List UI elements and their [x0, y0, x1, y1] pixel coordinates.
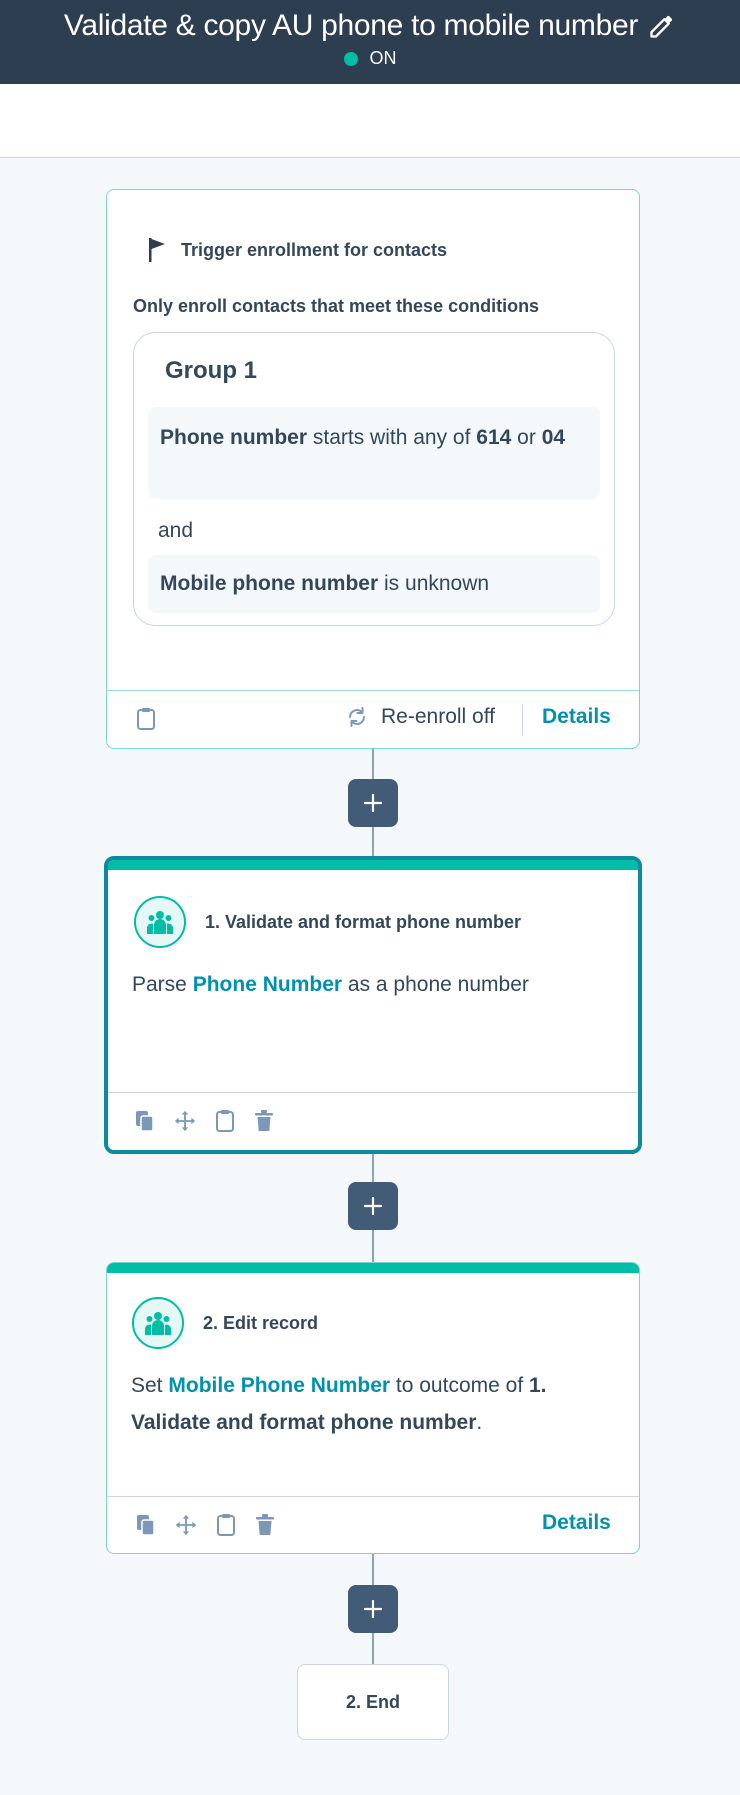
trash-icon[interactable]: [254, 1513, 276, 1537]
trigger-heading: Trigger enrollment for contacts: [145, 236, 447, 264]
status-dot: [343, 51, 358, 66]
status-row: ON: [0, 48, 740, 69]
contacts-icon: [132, 1297, 184, 1349]
flag-icon: [149, 238, 165, 262]
reenroll-toggle[interactable]: Re-enroll off: [345, 705, 495, 729]
trigger-heading-label: Trigger enrollment for contacts: [181, 239, 448, 260]
conditions-label: Only enroll contacts that meet these con…: [133, 296, 540, 316]
end-label: 2. End: [345, 1691, 400, 1712]
workflow-header: Validate & copy AU phone to mobile numbe…: [0, 0, 740, 84]
pencil-icon[interactable]: [648, 12, 676, 40]
action-card-validate[interactable]: 1. Validate and format phone number Pars…: [104, 856, 642, 1154]
status-label: ON: [369, 48, 397, 68]
action-text: Set: [131, 1374, 163, 1397]
action-description: Parse Phone Number as a phone number: [132, 966, 612, 1003]
condition-operator: is unknown: [384, 572, 490, 595]
end-node: 2. End: [297, 1664, 449, 1740]
action-card-edit-record[interactable]: 2. Edit record Set Mobile Phone Number t…: [106, 1262, 640, 1554]
add-action-button[interactable]: [348, 1585, 398, 1633]
and-label: and: [158, 519, 194, 542]
footer-divider: [522, 705, 523, 735]
group-title: Group 1: [165, 357, 258, 384]
reenroll-label: Re-enroll off: [381, 705, 496, 728]
copy-icon[interactable]: [135, 1513, 157, 1537]
add-action-button[interactable]: [348, 779, 398, 827]
action-details-link[interactable]: Details: [542, 1511, 611, 1535]
plus-icon: [363, 1599, 383, 1619]
sync-icon: [349, 707, 365, 727]
action-footer: Details: [107, 1496, 639, 1553]
trigger-footer: Re-enroll off Details: [107, 690, 639, 748]
plus-icon: [363, 1196, 383, 1216]
action-footer: [108, 1092, 638, 1150]
action-accent-bar: [108, 860, 638, 870]
condition-property: Phone number: [160, 426, 308, 449]
action-text: .: [476, 1411, 483, 1434]
mobile-phone-number-token[interactable]: Mobile Phone Number: [168, 1374, 390, 1397]
action-description: Set Mobile Phone Number to outcome of 1.…: [131, 1367, 611, 1441]
condition-joiner: or: [517, 426, 536, 449]
action-text: to outcome of: [395, 1374, 524, 1397]
move-icon[interactable]: [175, 1513, 197, 1537]
action-text: Parse: [132, 973, 187, 996]
condition-value: 04: [541, 426, 566, 449]
condition-group[interactable]: Group 1 Phone number starts with any of …: [133, 332, 615, 626]
phone-number-token[interactable]: Phone Number: [193, 973, 342, 996]
trash-icon[interactable]: [253, 1109, 275, 1133]
condition-value: 614: [476, 426, 512, 449]
condition-mobile-phone[interactable]: Mobile phone number is unknown: [148, 555, 600, 613]
action-text: as a phone number: [347, 973, 529, 996]
condition-phone-number[interactable]: Phone number starts with any of 614 or 0…: [148, 407, 600, 499]
clipboard-icon[interactable]: [215, 1513, 237, 1537]
clipboard-icon[interactable]: [135, 707, 157, 731]
action-title: 2. Edit record: [203, 1313, 319, 1333]
trigger-card[interactable]: Trigger enrollment for contacts Only enr…: [106, 189, 640, 749]
copy-icon[interactable]: [134, 1109, 156, 1133]
title-row: Validate & copy AU phone to mobile numbe…: [0, 6, 740, 46]
move-icon[interactable]: [174, 1109, 196, 1133]
toolbar: [0, 84, 740, 158]
plus-icon: [363, 793, 383, 813]
contacts-icon: [134, 896, 186, 948]
clipboard-icon[interactable]: [214, 1109, 236, 1133]
add-action-button[interactable]: [348, 1182, 398, 1230]
condition-property: Mobile phone number: [160, 572, 379, 595]
trigger-details-link[interactable]: Details: [542, 705, 611, 729]
condition-operator: starts with any of: [312, 426, 471, 449]
workflow-title[interactable]: Validate & copy AU phone to mobile numbe…: [64, 9, 638, 43]
action-accent-bar: [107, 1263, 639, 1273]
action-title: 1. Validate and format phone number: [205, 912, 522, 932]
